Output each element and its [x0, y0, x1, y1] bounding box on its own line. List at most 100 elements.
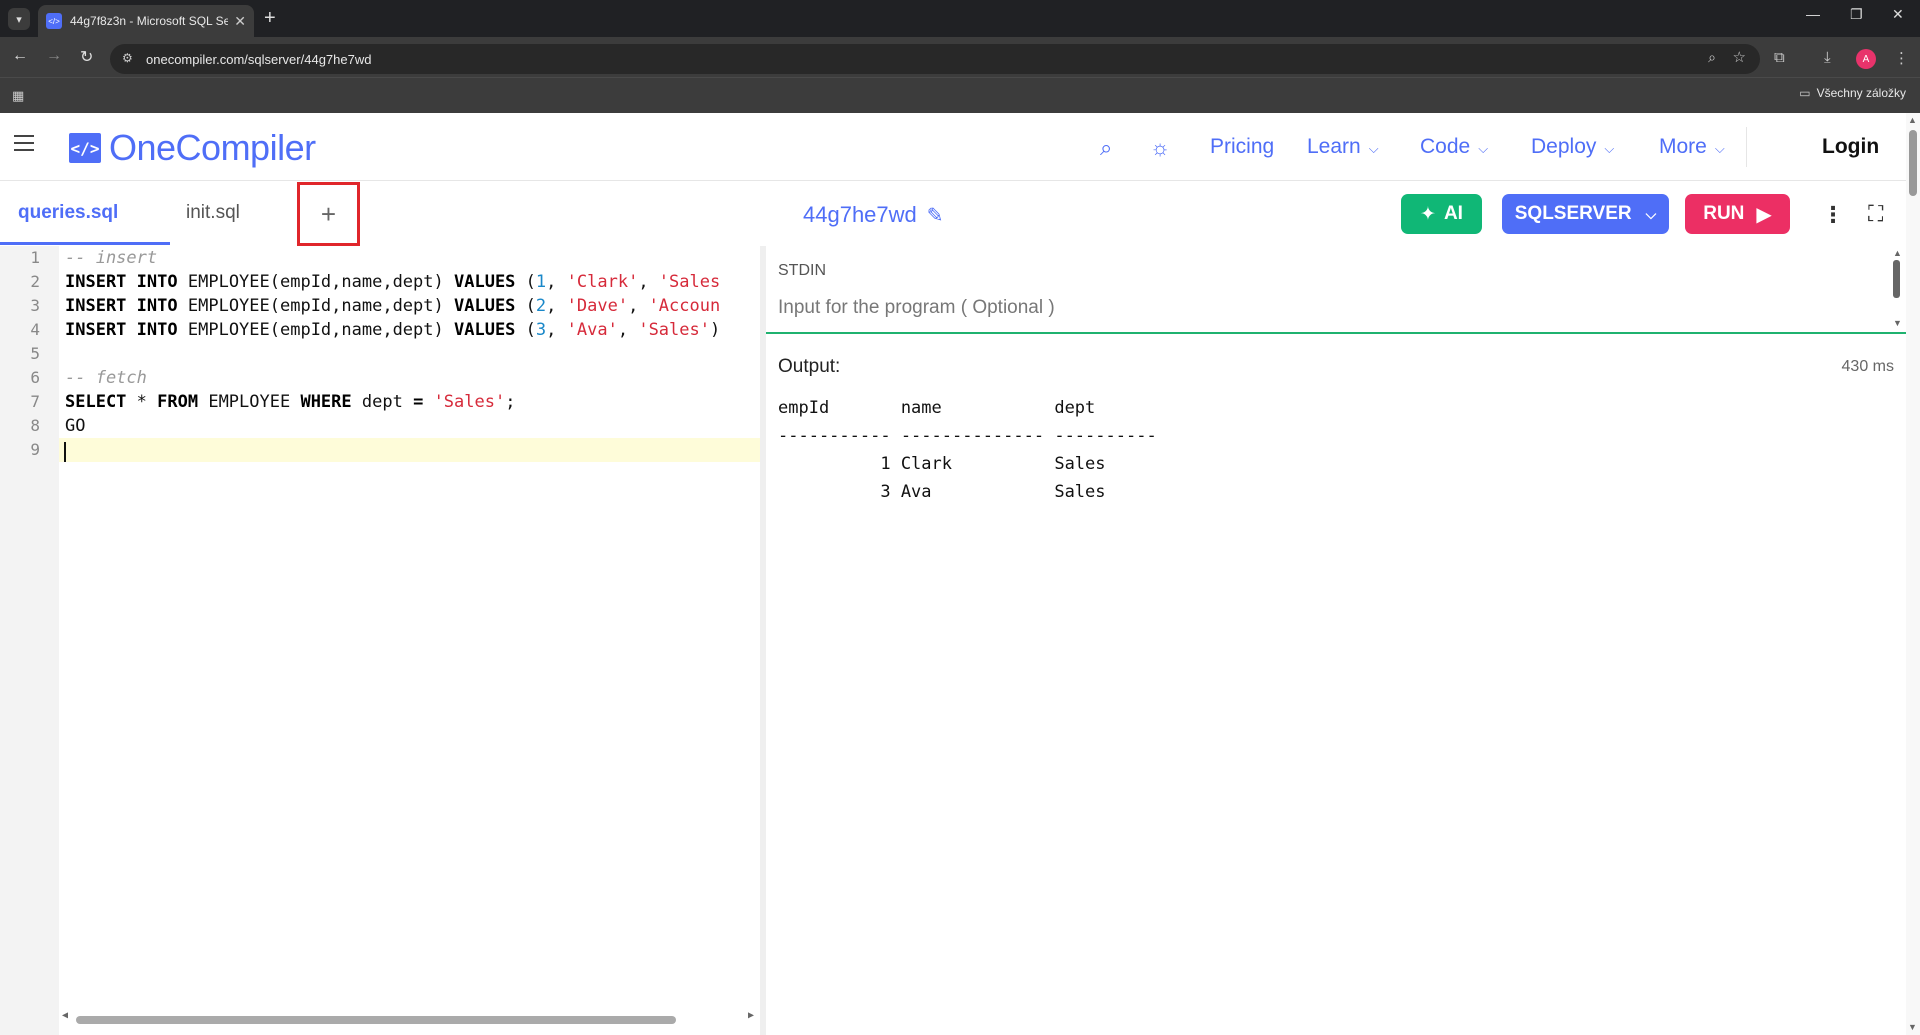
url-text: onecompiler.com/sqlserver/44g7he7wd: [146, 51, 372, 67]
stdin-underline: [766, 332, 1906, 334]
line-number: 6: [30, 368, 40, 387]
bookmark-star-icon[interactable]: ☆: [1733, 48, 1746, 66]
scroll-left-icon[interactable]: ◀: [62, 1010, 68, 1021]
chevron-down-icon: ⌵: [1478, 141, 1489, 156]
minimize-icon[interactable]: —: [1806, 6, 1820, 22]
back-icon[interactable]: ←: [12, 47, 28, 65]
stdin-scroll-up-icon[interactable]: ▲: [1893, 248, 1902, 258]
active-line-highlight: [59, 438, 760, 462]
code-editor[interactable]: 1 2 3 4 5 6 7 8 9 -- insert INSERT INTO …: [0, 246, 760, 1035]
new-tab-icon[interactable]: +: [264, 7, 276, 30]
more-options-icon[interactable]: ⋮: [1822, 202, 1844, 228]
address-bar[interactable]: ⚙ onecompiler.com/sqlserver/44g7he7wd ⌕ …: [110, 44, 1760, 74]
nav-deploy[interactable]: Deploy ⌵: [1531, 135, 1614, 159]
apps-grid-icon[interactable]: ▦: [12, 88, 24, 104]
fullscreen-icon[interactable]: ⛶: [1868, 201, 1883, 227]
output-console: empId name dept ----------- ------------…: [778, 398, 1157, 510]
search-icon[interactable]: ⌕: [1100, 135, 1112, 161]
code-line-2: INSERT INTO EMPLOYEE(empId,name,dept) VA…: [65, 272, 721, 292]
site-header: </> OneCompiler ⌕ ☼ Pricing Learn ⌵ Code ⌵…: [0, 113, 1920, 181]
logo-text: OneCompiler: [109, 127, 316, 168]
line-number: 7: [30, 392, 40, 411]
line-number: 8: [30, 416, 40, 435]
tab-search-icon[interactable]: ▾: [8, 8, 30, 30]
nav-pricing[interactable]: Pricing: [1210, 135, 1274, 159]
page-scroll-down-icon[interactable]: ▼: [1908, 1022, 1917, 1032]
output-line: ----------- -------------- ----------: [778, 426, 1157, 446]
output-line: empId name dept: [778, 398, 1157, 418]
code-line-3: INSERT INTO EMPLOYEE(empId,name,dept) VA…: [65, 296, 721, 316]
close-window-icon[interactable]: ✕: [1892, 6, 1904, 23]
chevron-down-icon: ⌵: [1645, 205, 1657, 222]
output-line: 1 Clark Sales: [778, 454, 1157, 474]
browser-tab[interactable]: </> 44g7f8z3n - Microsoft SQL Server ✕: [38, 5, 254, 37]
edit-pencil-icon[interactable]: ✎: [927, 205, 944, 227]
browser-tab-title: 44g7f8z3n - Microsoft SQL Server: [70, 14, 229, 28]
theme-toggle-icon[interactable]: ☼: [1150, 135, 1170, 161]
run-button[interactable]: RUN ▶: [1685, 194, 1790, 234]
code-line-1: -- insert: [65, 248, 158, 268]
profile-avatar[interactable]: A: [1856, 49, 1876, 69]
code-line-6: -- fetch: [65, 368, 147, 388]
chevron-down-icon: ⌵: [1368, 141, 1379, 156]
bookmarks-bar: [0, 77, 1920, 113]
code-line-4: INSERT INTO EMPLOYEE(empId,name,dept) VA…: [65, 320, 721, 340]
scroll-right-icon[interactable]: ▶: [748, 1010, 754, 1021]
tab-queries-sql[interactable]: queries.sql: [18, 202, 118, 224]
zoom-icon[interactable]: ⌕: [1708, 49, 1716, 66]
favicon-icon: </>: [46, 13, 62, 29]
folder-icon: ▭: [1799, 86, 1811, 100]
browser-menu-icon[interactable]: ⋮: [1894, 49, 1909, 67]
execution-time: 430 ms: [1841, 358, 1894, 375]
tab-init-sql[interactable]: init.sql: [186, 202, 240, 224]
active-tab-underline: [0, 242, 170, 245]
page-scroll-up-icon[interactable]: ▲: [1908, 115, 1917, 125]
code-line-8: GO: [65, 416, 86, 436]
stdin-input[interactable]: [778, 294, 1878, 322]
nav-code[interactable]: Code ⌵: [1420, 135, 1488, 159]
page-scrollbar-thumb[interactable]: [1909, 130, 1917, 196]
restore-icon[interactable]: ❐: [1850, 6, 1863, 23]
io-panel: STDIN Output: 430 ms empId name dept ---…: [766, 246, 1906, 1035]
horizontal-scrollbar[interactable]: [76, 1016, 676, 1024]
reload-icon[interactable]: ↻: [80, 47, 93, 67]
nav-more[interactable]: More ⌵: [1659, 135, 1725, 159]
output-line: 3 Ava Sales: [778, 482, 1157, 502]
close-tab-icon[interactable]: ✕: [234, 13, 246, 30]
stdin-label: STDIN: [778, 262, 826, 279]
forward-icon[interactable]: →: [46, 47, 62, 65]
chevron-down-icon: ⌵: [1604, 141, 1615, 156]
line-number: 1: [30, 248, 40, 267]
line-number: 9: [30, 440, 40, 459]
download-icon[interactable]: ⤓: [1824, 49, 1831, 66]
sparkle-icon: ✦: [1420, 203, 1436, 225]
line-number: 2: [30, 272, 40, 291]
play-icon: ▶: [1756, 203, 1772, 226]
ai-button[interactable]: ✦ AI: [1401, 194, 1482, 234]
output-label: Output:: [778, 356, 841, 377]
chevron-down-icon: ⌵: [1714, 141, 1725, 156]
logo-icon: </>: [69, 133, 101, 163]
stdin-scrollbar[interactable]: [1893, 260, 1900, 298]
line-number: 3: [30, 296, 40, 315]
extensions-icon[interactable]: ⧉: [1774, 49, 1785, 66]
code-line-7: SELECT * FROM EMPLOYEE WHERE dept = 'Sal…: [65, 392, 516, 412]
project-name[interactable]: 44g7he7wd ✎: [803, 202, 944, 228]
logo[interactable]: </> OneCompiler: [69, 127, 316, 169]
line-number: 4: [30, 320, 40, 339]
editor-toolbar: queries.sql init.sql + 44g7he7wd ✎ ✦ AI SQ…: [0, 182, 1920, 246]
nav-learn[interactable]: Learn ⌵: [1307, 135, 1379, 159]
line-gutter: [0, 246, 59, 1035]
stdin-scroll-down-icon[interactable]: ▼: [1893, 318, 1902, 328]
language-selector[interactable]: SQLSERVER ⌵: [1502, 194, 1669, 234]
login-button[interactable]: Login: [1822, 135, 1879, 159]
line-number: 5: [30, 344, 40, 363]
page-scrollbar-track[interactable]: [1906, 113, 1920, 1035]
text-cursor: [64, 442, 66, 462]
all-bookmarks[interactable]: ▭ Všechny záložky: [1799, 86, 1906, 100]
header-divider: [1746, 127, 1747, 167]
site-info-icon[interactable]: ⚙: [122, 51, 133, 65]
add-file-button[interactable]: +: [297, 182, 360, 246]
hamburger-menu-icon[interactable]: [14, 135, 34, 151]
browser-tab-strip: ▾ </> 44g7f8z3n - Microsoft SQL Server ✕…: [0, 0, 1920, 37]
